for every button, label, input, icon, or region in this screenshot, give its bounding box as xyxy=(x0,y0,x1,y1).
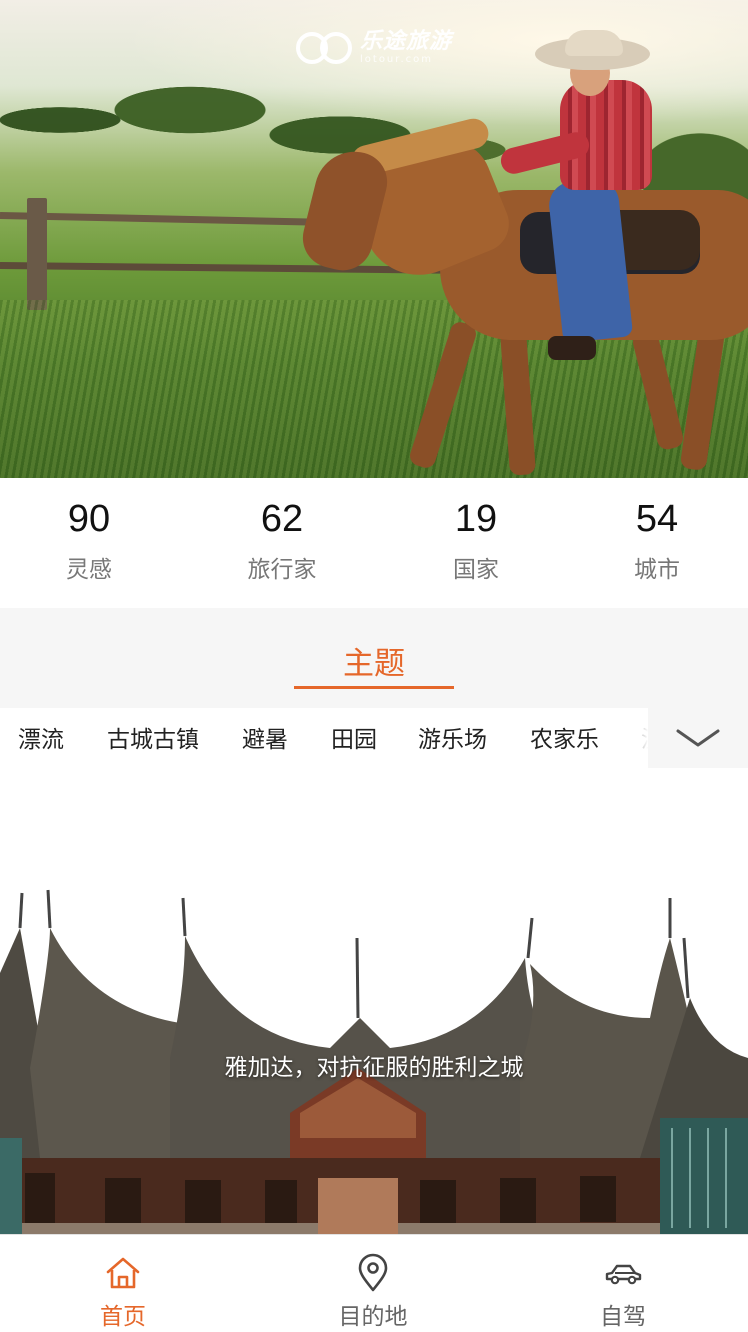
stats-row: 90 灵感 62 旅行家 19 国家 54 城市 xyxy=(0,478,748,608)
tab-summer-retreat[interactable]: 避暑 xyxy=(242,720,288,754)
stat-cities[interactable]: 54 城市 xyxy=(607,478,707,608)
stat-label: 城市 xyxy=(634,557,680,583)
stat-label: 旅行家 xyxy=(247,557,317,583)
nav-label: 首页 xyxy=(100,1304,146,1330)
tab-ancient-towns[interactable]: 古城古镇 xyxy=(107,720,199,754)
home-icon xyxy=(106,1257,140,1289)
theme-section-header: 主题 xyxy=(0,608,748,708)
rider-boot xyxy=(548,336,596,360)
feature-caption: 雅加达，对抗征服的胜利之城 xyxy=(224,1055,524,1081)
feature-image xyxy=(0,889,748,1234)
tabs-fade xyxy=(618,708,648,768)
nav-self-drive[interactable]: 自驾 xyxy=(533,1235,713,1332)
car-icon xyxy=(605,1264,642,1285)
stat-countries[interactable]: 19 国家 xyxy=(426,478,526,608)
tab-countryside[interactable]: 田园 xyxy=(331,720,377,754)
stat-travelers[interactable]: 62 旅行家 xyxy=(222,478,342,608)
tab-amusement-park[interactable]: 游乐场 xyxy=(418,720,487,754)
cowboy-hat-crown xyxy=(565,30,623,56)
nav-label: 目的地 xyxy=(338,1304,408,1330)
logo-text: 乐途旅游 xyxy=(360,29,453,54)
stat-value: 19 xyxy=(454,498,498,540)
tab-farm-stay[interactable]: 农家乐 xyxy=(530,720,599,754)
location-pin-icon xyxy=(358,1253,388,1292)
bottom-navigation: 首页 目的地 自驾 xyxy=(0,1234,748,1332)
theme-title-underline xyxy=(294,686,454,689)
feature-card[interactable]: 雅加达，对抗征服的胜利之城 xyxy=(0,768,748,1234)
stat-inspiration[interactable]: 90 灵感 xyxy=(39,478,139,608)
hero-banner[interactable]: 乐途旅游 lotour.com xyxy=(0,0,748,478)
fence-post xyxy=(27,198,47,310)
stat-label: 国家 xyxy=(453,557,499,583)
logo-subtext: lotour.com xyxy=(360,54,434,65)
tab-rafting[interactable]: 漂流 xyxy=(18,720,64,754)
chevron-down-icon xyxy=(676,729,720,747)
nav-home[interactable]: 首页 xyxy=(33,1235,213,1332)
nav-label: 自驾 xyxy=(600,1304,646,1330)
theme-tabs: 漂流 古城古镇 避暑 田园 游乐场 农家乐 温泉 xyxy=(0,708,748,768)
stat-value: 54 xyxy=(635,498,679,540)
logo-rings-icon xyxy=(296,30,354,66)
nav-destination[interactable]: 目的地 xyxy=(283,1235,463,1332)
stat-value: 62 xyxy=(260,498,304,540)
theme-title: 主题 xyxy=(343,646,405,682)
stat-value: 90 xyxy=(67,498,111,540)
stat-label: 灵感 xyxy=(66,557,112,583)
brand-logo: 乐途旅游 lotour.com xyxy=(296,28,452,68)
expand-tabs-button[interactable] xyxy=(648,708,748,768)
